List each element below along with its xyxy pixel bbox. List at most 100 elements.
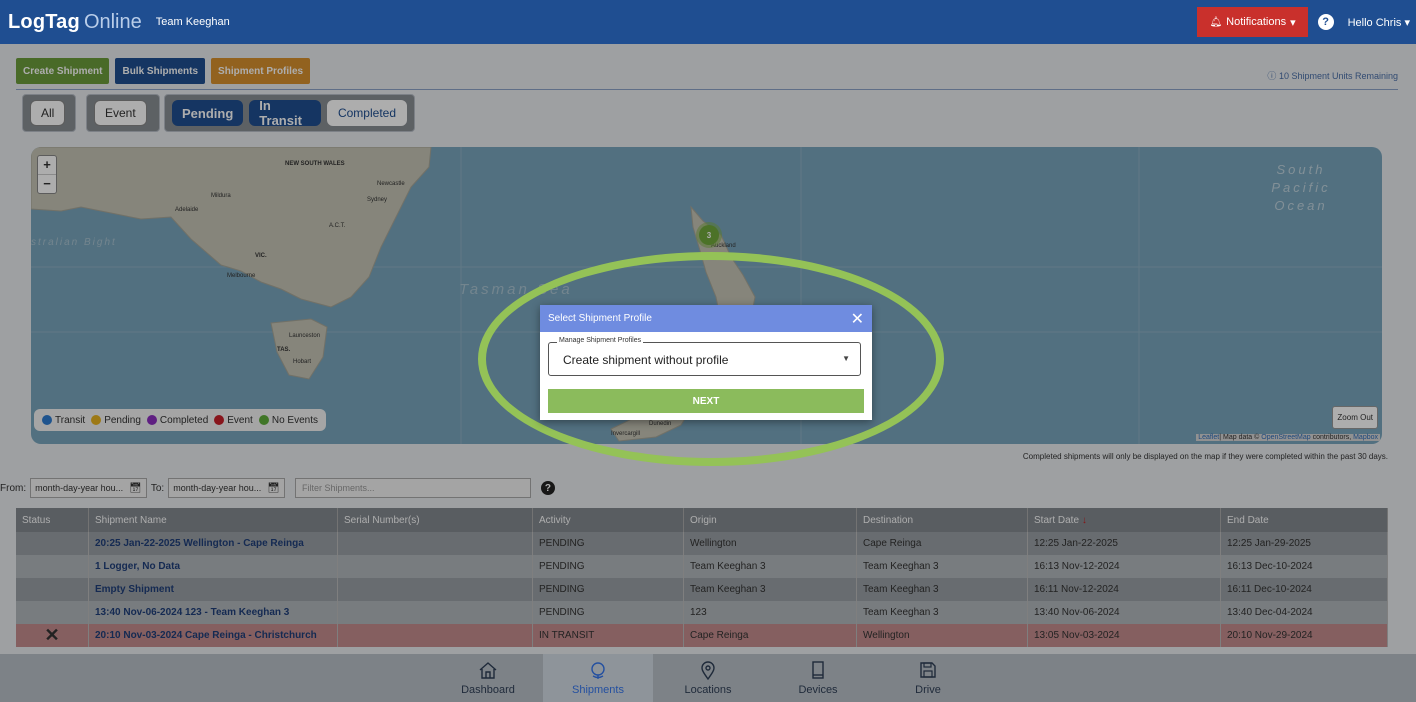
map-label-mildura: Mildura <box>211 193 231 199</box>
info-icon: ⓘ <box>1267 71 1277 81</box>
bell-icon: 🔔︎ <box>1209 16 1223 28</box>
zoom-out-button[interactable]: Zoom Out <box>1332 406 1378 429</box>
nav-locations[interactable]: Locations <box>653 654 763 702</box>
globe-icon <box>591 662 605 679</box>
row-end-date: 16:13 Dec-10-2024 <box>1220 555 1388 578</box>
row-serial <box>337 578 533 601</box>
nav-shipments[interactable]: Shipments <box>543 654 653 702</box>
row-activity: PENDING <box>532 555 684 578</box>
row-activity: PENDING <box>532 601 684 624</box>
attribution-contrib: contributors, <box>1310 434 1354 441</box>
calendar-icon[interactable]: 📅︎ <box>267 483 280 494</box>
shipment-cluster-marker[interactable]: 3 <box>699 225 719 245</box>
bulk-shipments-button[interactable]: Bulk Shipments <box>115 58 206 84</box>
table-row[interactable]: 20:25 Jan-22-2025 Wellington - Cape Rein… <box>16 532 1388 555</box>
select-shipment-profile-modal: Select Shipment Profile ✕ Manage Shipmen… <box>540 305 872 420</box>
nav-dashboard[interactable]: Dashboard <box>433 654 543 702</box>
home-icon <box>479 662 497 679</box>
shipment-profiles-button[interactable]: Shipment Profiles <box>211 58 311 84</box>
col-end-date[interactable]: End Date <box>1220 508 1388 532</box>
user-menu[interactable]: Hello Chris ▾ <box>1348 16 1410 29</box>
leaflet-link[interactable]: Leaflet <box>1198 434 1219 441</box>
row-status <box>16 601 89 624</box>
legend-completed: Completed <box>146 415 208 426</box>
filter-in-transit-button[interactable]: In Transit <box>249 98 321 128</box>
help-question-icon[interactable]: ? <box>540 481 555 495</box>
row-start-date: 13:40 Nov-06-2024 <box>1027 601 1221 624</box>
row-shipment-name[interactable]: 13:40 Nov-06-2024 123 - Team Keeghan 3 <box>88 601 338 624</box>
row-origin: Team Keeghan 3 <box>683 555 857 578</box>
col-serial[interactable]: Serial Number(s) <box>337 508 533 532</box>
question-icon[interactable]: ? <box>1317 14 1334 30</box>
nav-devices[interactable]: Devices <box>763 654 873 702</box>
row-end-date: 16:11 Dec-10-2024 <box>1220 578 1388 601</box>
row-shipment-name[interactable]: 20:10 Nov-03-2024 Cape Reinga - Christch… <box>88 624 338 647</box>
row-serial <box>337 601 533 624</box>
table-row[interactable]: Empty Shipment PENDING Team Keeghan 3 Te… <box>16 578 1388 601</box>
map-zoom-control: + − <box>37 155 57 194</box>
to-date-input[interactable]: month-day-year hou... 📅︎ <box>168 478 285 498</box>
to-date-placeholder: month-day-year hou... <box>173 483 262 493</box>
col-status[interactable]: Status <box>16 508 89 532</box>
map-label-bight: stralian Bight <box>31 237 117 248</box>
table-row[interactable]: 1 Logger, No Data PENDING Team Keeghan 3… <box>16 555 1388 578</box>
filter-group-all: All <box>22 94 76 132</box>
filter-event-button[interactable]: Event <box>94 100 147 126</box>
nav-dashboard-label: Dashboard <box>461 684 515 696</box>
map-completed-note: Completed shipments will only be display… <box>1022 452 1388 461</box>
from-label: From: <box>0 482 27 494</box>
nav-drive[interactable]: Drive <box>873 654 983 702</box>
filter-all-button[interactable]: All <box>30 100 66 126</box>
notifications-label: Notifications <box>1226 16 1287 28</box>
shipments-table: Status Shipment Name Serial Number(s) Ac… <box>16 508 1388 647</box>
filter-group-event: Event <box>86 94 160 132</box>
row-serial <box>337 555 533 578</box>
filter-pending-button[interactable]: Pending <box>172 100 244 126</box>
create-shipment-button[interactable]: Create Shipment <box>16 58 110 84</box>
shipment-profile-select[interactable]: Manage Shipment Profiles Create shipment… <box>548 337 861 376</box>
select-value: Create shipment without profile <box>563 353 729 367</box>
col-destination[interactable]: Destination <box>856 508 1028 532</box>
close-icon[interactable]: ✕ <box>851 309 864 329</box>
from-date-input[interactable]: month-day-year hou... 📅︎ <box>30 478 147 498</box>
nav-locations-label: Locations <box>684 684 732 696</box>
col-shipment-name[interactable]: Shipment Name <box>88 508 338 532</box>
row-end-date: 20:10 Nov-29-2024 <box>1220 624 1388 647</box>
notifications-button[interactable]: 🔔︎ Notifications ▾ <box>1197 7 1308 37</box>
row-shipment-name[interactable]: Empty Shipment <box>88 578 338 601</box>
legend-pending: Pending <box>91 415 141 426</box>
row-end-date: 13:40 Dec-04-2024 <box>1220 601 1388 624</box>
filter-group-status: Pending In Transit Completed <box>164 94 415 132</box>
row-shipment-name[interactable]: 20:25 Jan-22-2025 Wellington - Cape Rein… <box>88 532 338 555</box>
zoom-out-icon-button[interactable]: − <box>38 175 56 193</box>
zoom-in-button[interactable]: + <box>38 156 56 175</box>
table-row[interactable]: 13:40 Nov-06-2024 123 - Team Keeghan 3 P… <box>16 601 1388 624</box>
team-name[interactable]: Team Keeghan <box>156 16 230 28</box>
device-icon <box>812 661 824 679</box>
row-origin: Wellington <box>683 532 857 555</box>
modal-title: Select Shipment Profile <box>548 313 652 324</box>
caret-down-icon: ▾ <box>1290 16 1296 29</box>
row-end-date: 12:25 Jan-29-2025 <box>1220 532 1388 555</box>
event-x-icon: ✕ <box>16 624 89 647</box>
col-origin[interactable]: Origin <box>683 508 857 532</box>
row-start-date: 13:05 Nov-03-2024 <box>1027 624 1221 647</box>
row-status <box>16 578 89 601</box>
filter-completed-button[interactable]: Completed <box>326 100 407 126</box>
logtag-logo[interactable]: LogTag Online <box>8 11 142 34</box>
calendar-icon[interactable]: 📅︎ <box>129 483 142 494</box>
osm-link[interactable]: OpenStreetMap <box>1261 434 1310 441</box>
filter-shipments-input[interactable]: Filter Shipments... <box>294 478 531 498</box>
nav-shipments-label: Shipments <box>572 684 624 696</box>
legend-no-events: No Events <box>258 415 318 426</box>
table-row[interactable]: ✕ 20:10 Nov-03-2024 Cape Reinga - Christ… <box>16 624 1388 647</box>
sort-arrow-icon: ↓ <box>1081 514 1087 526</box>
map-label-melbourne: Melbourne <box>227 273 256 279</box>
row-shipment-name[interactable]: 1 Logger, No Data <box>88 555 338 578</box>
col-activity[interactable]: Activity <box>532 508 684 532</box>
col-start-date[interactable]: Start Date ↓ <box>1027 508 1221 532</box>
next-button[interactable]: NEXT <box>548 389 864 413</box>
legend-transit: Transit <box>42 415 85 426</box>
mapbox-link[interactable]: Mapbox <box>1353 434 1378 441</box>
row-serial <box>337 532 533 555</box>
